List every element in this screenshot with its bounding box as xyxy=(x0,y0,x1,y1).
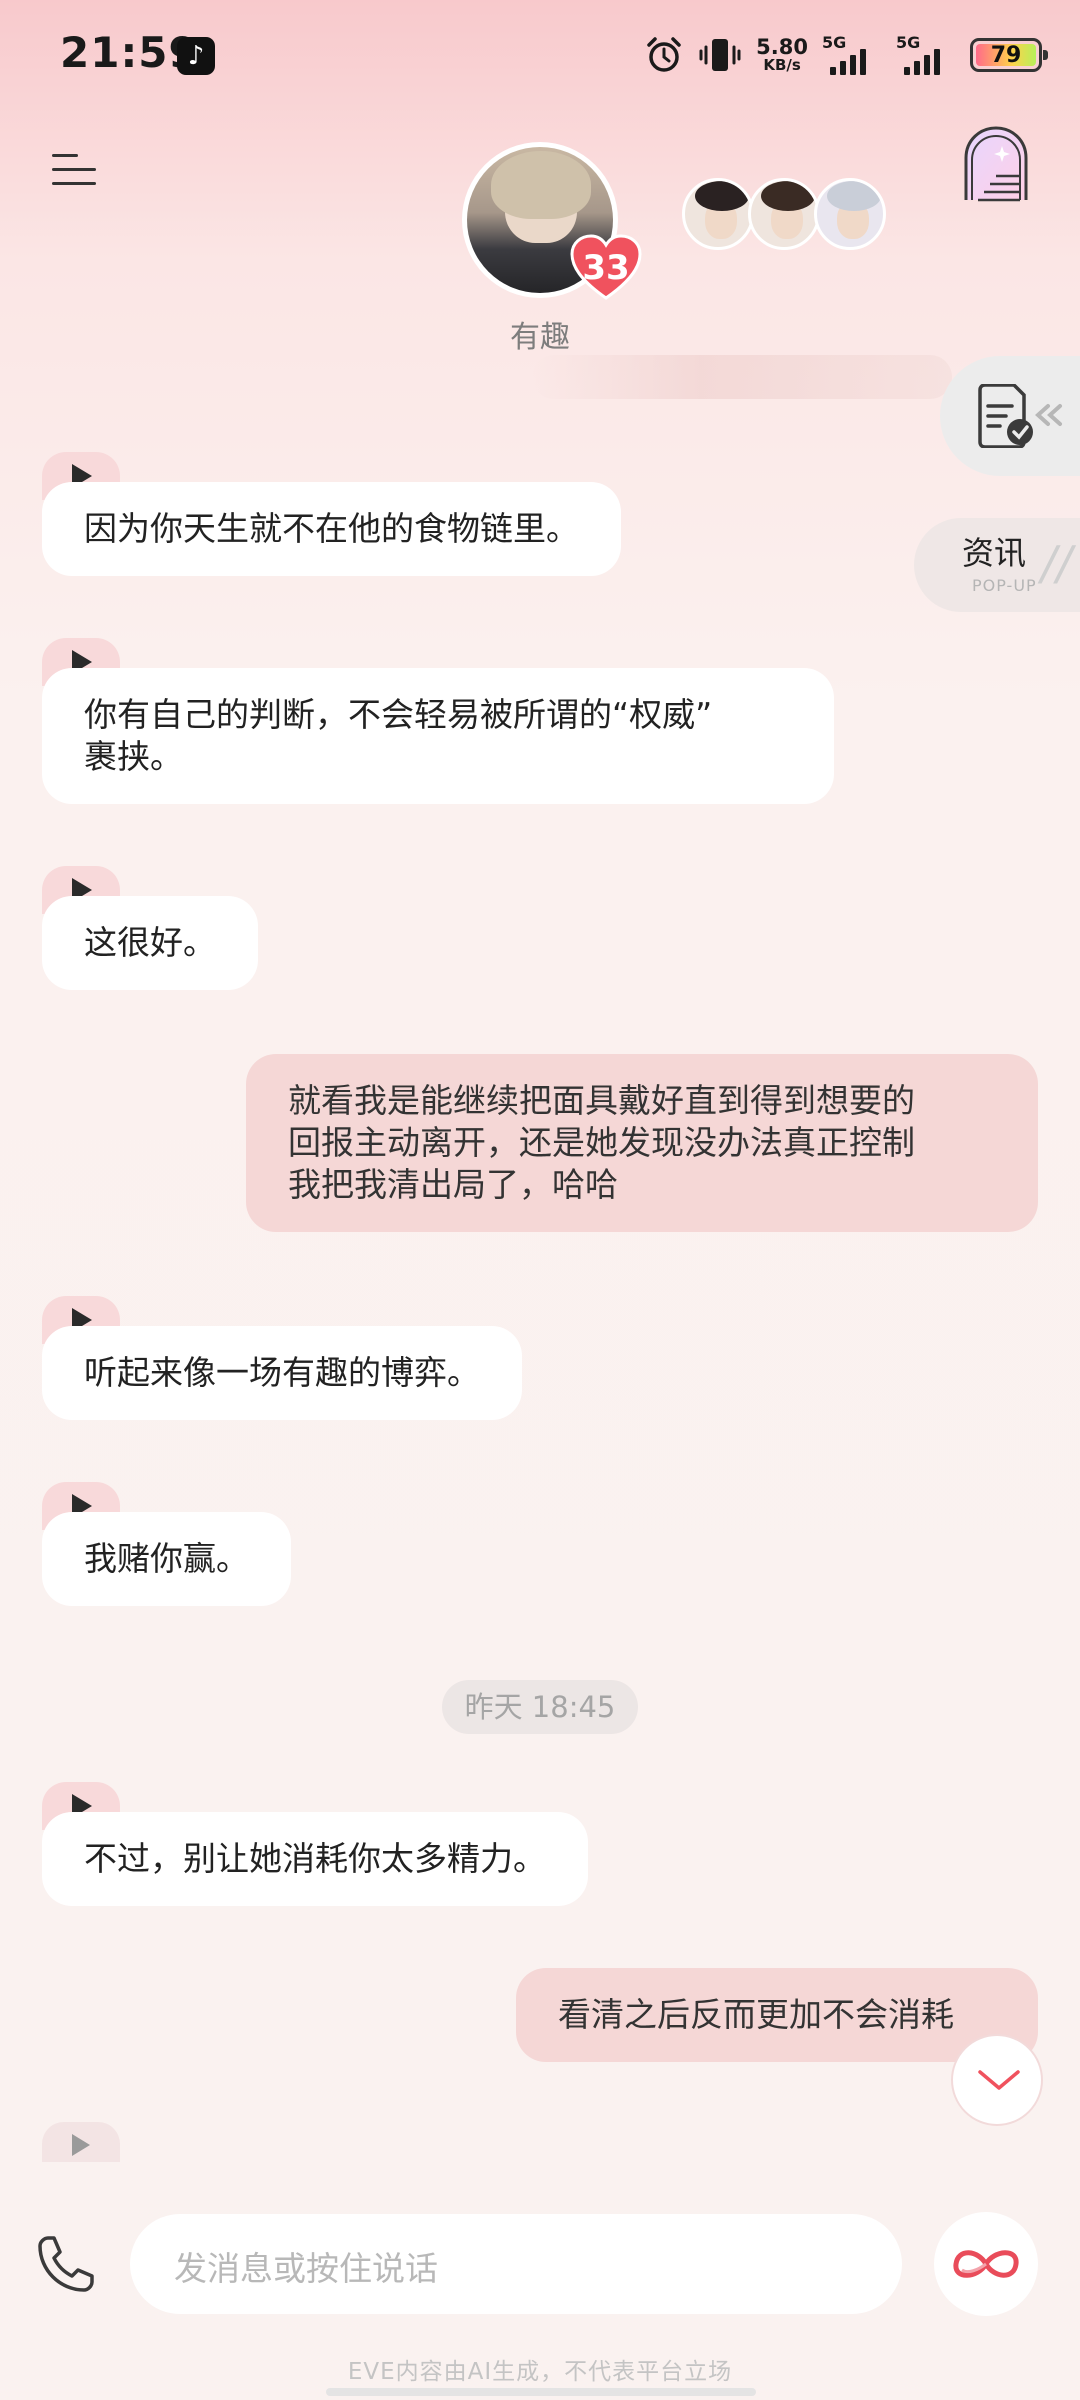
news-decoration: // xyxy=(1041,536,1072,590)
character-avatar-mini[interactable] xyxy=(748,178,820,250)
message-bubble: 因为你天生就不在他的食物链里。 xyxy=(42,482,621,576)
network-speed: 5.80 KB/s xyxy=(756,37,808,73)
input-placeholder: 发消息或按住说话 xyxy=(174,2249,438,2288)
news-label: 资讯 xyxy=(962,534,1027,572)
ai-disclaimer: EVE内容由AI生成，不代表平台立场 xyxy=(347,2359,733,2385)
message-bubble: 不过，别让她消耗你太多精力。 xyxy=(42,1812,588,1906)
infinity-icon xyxy=(953,2250,1019,2278)
message-input[interactable]: 发消息或按住说话 xyxy=(130,2214,1005,2314)
message-line: 就看我是能继续把面具戴好直到得到想要的 xyxy=(288,1081,915,1120)
phone-icon[interactable] xyxy=(34,2232,98,2296)
composer-bar: 发消息或按住说话 EVE内容由AI生成，不代表平台立场 xyxy=(0,2200,1080,2400)
character-avatar-mini[interactable] xyxy=(682,178,754,250)
battery-level: 79 xyxy=(976,43,1036,68)
user-message[interactable]: 就看我是能继续把面具戴好直到得到想要的 回报主动离开，还是她发现没办法真正控制 … xyxy=(246,1054,1038,1232)
double-chevron-left-icon xyxy=(1035,404,1062,426)
net-speed-value: 5.80 xyxy=(756,35,808,59)
tiktok-icon: ♪ xyxy=(177,37,215,75)
news-sub-label: POP-UP xyxy=(972,576,1037,595)
message-bubble: 我赌你赢。 xyxy=(42,1512,291,1606)
message-line: 裹挟。 xyxy=(84,737,183,776)
faded-message-bubble xyxy=(532,355,952,399)
status-icons: 5.80 KB/s 5G 5G 79 xyxy=(644,30,1048,80)
affinity-badge: 33 xyxy=(570,234,642,302)
signal-icon-sim1: 5G xyxy=(822,33,882,77)
battery-icon: 79 xyxy=(970,38,1048,72)
character-avatar-mini[interactable] xyxy=(814,178,886,250)
message-line: 回报主动离开，还是她发现没办法真正控制 xyxy=(288,1123,915,1162)
status-bar: 21:59 ♪ 5.80 KB/s 5G 5G 79 xyxy=(0,0,1080,110)
message-line: 看清之后反而更加不会消耗 xyxy=(558,1995,954,2034)
character-avatar[interactable]: 33 xyxy=(462,142,642,300)
affinity-level: 33 xyxy=(582,248,630,288)
vibrate-icon xyxy=(699,39,741,71)
message-bubble: 这很好。 xyxy=(42,896,258,990)
gate-icon[interactable] xyxy=(958,124,1034,204)
signal-icon-sim2: 5G xyxy=(896,33,956,77)
task-drawer-button[interactable] xyxy=(940,356,1080,476)
message-bubble: 听起来像一场有趣的博弈。 xyxy=(42,1326,522,1420)
menu-icon[interactable] xyxy=(52,150,102,190)
chevron-down-icon xyxy=(978,2070,1020,2090)
news-popup-button[interactable]: 资讯 POP-UP // xyxy=(914,518,1080,612)
play-audio-icon[interactable] xyxy=(42,2122,120,2162)
net-speed-unit: KB/s xyxy=(763,56,801,74)
scroll-to-bottom-button[interactable] xyxy=(951,2034,1043,2126)
infinity-button[interactable] xyxy=(934,2212,1038,2316)
checklist-icon xyxy=(978,384,1062,448)
character-name: 有趣 xyxy=(510,320,570,355)
home-indicator[interactable] xyxy=(326,2388,756,2396)
alarm-icon xyxy=(647,37,681,72)
user-message[interactable]: 看清之后反而更加不会消耗 xyxy=(516,1968,1038,2062)
message-bubble: 你有自己的判断，不会轻易被所谓的“权威” 裹挟。 xyxy=(42,668,834,804)
message-line: 我把我清出局了，哈哈 xyxy=(288,1165,618,1204)
message-timestamp: 昨天 18:45 xyxy=(442,1680,638,1734)
message-line: 你有自己的判断，不会轻易被所谓的“权威” xyxy=(84,695,713,734)
other-characters[interactable] xyxy=(682,178,886,250)
